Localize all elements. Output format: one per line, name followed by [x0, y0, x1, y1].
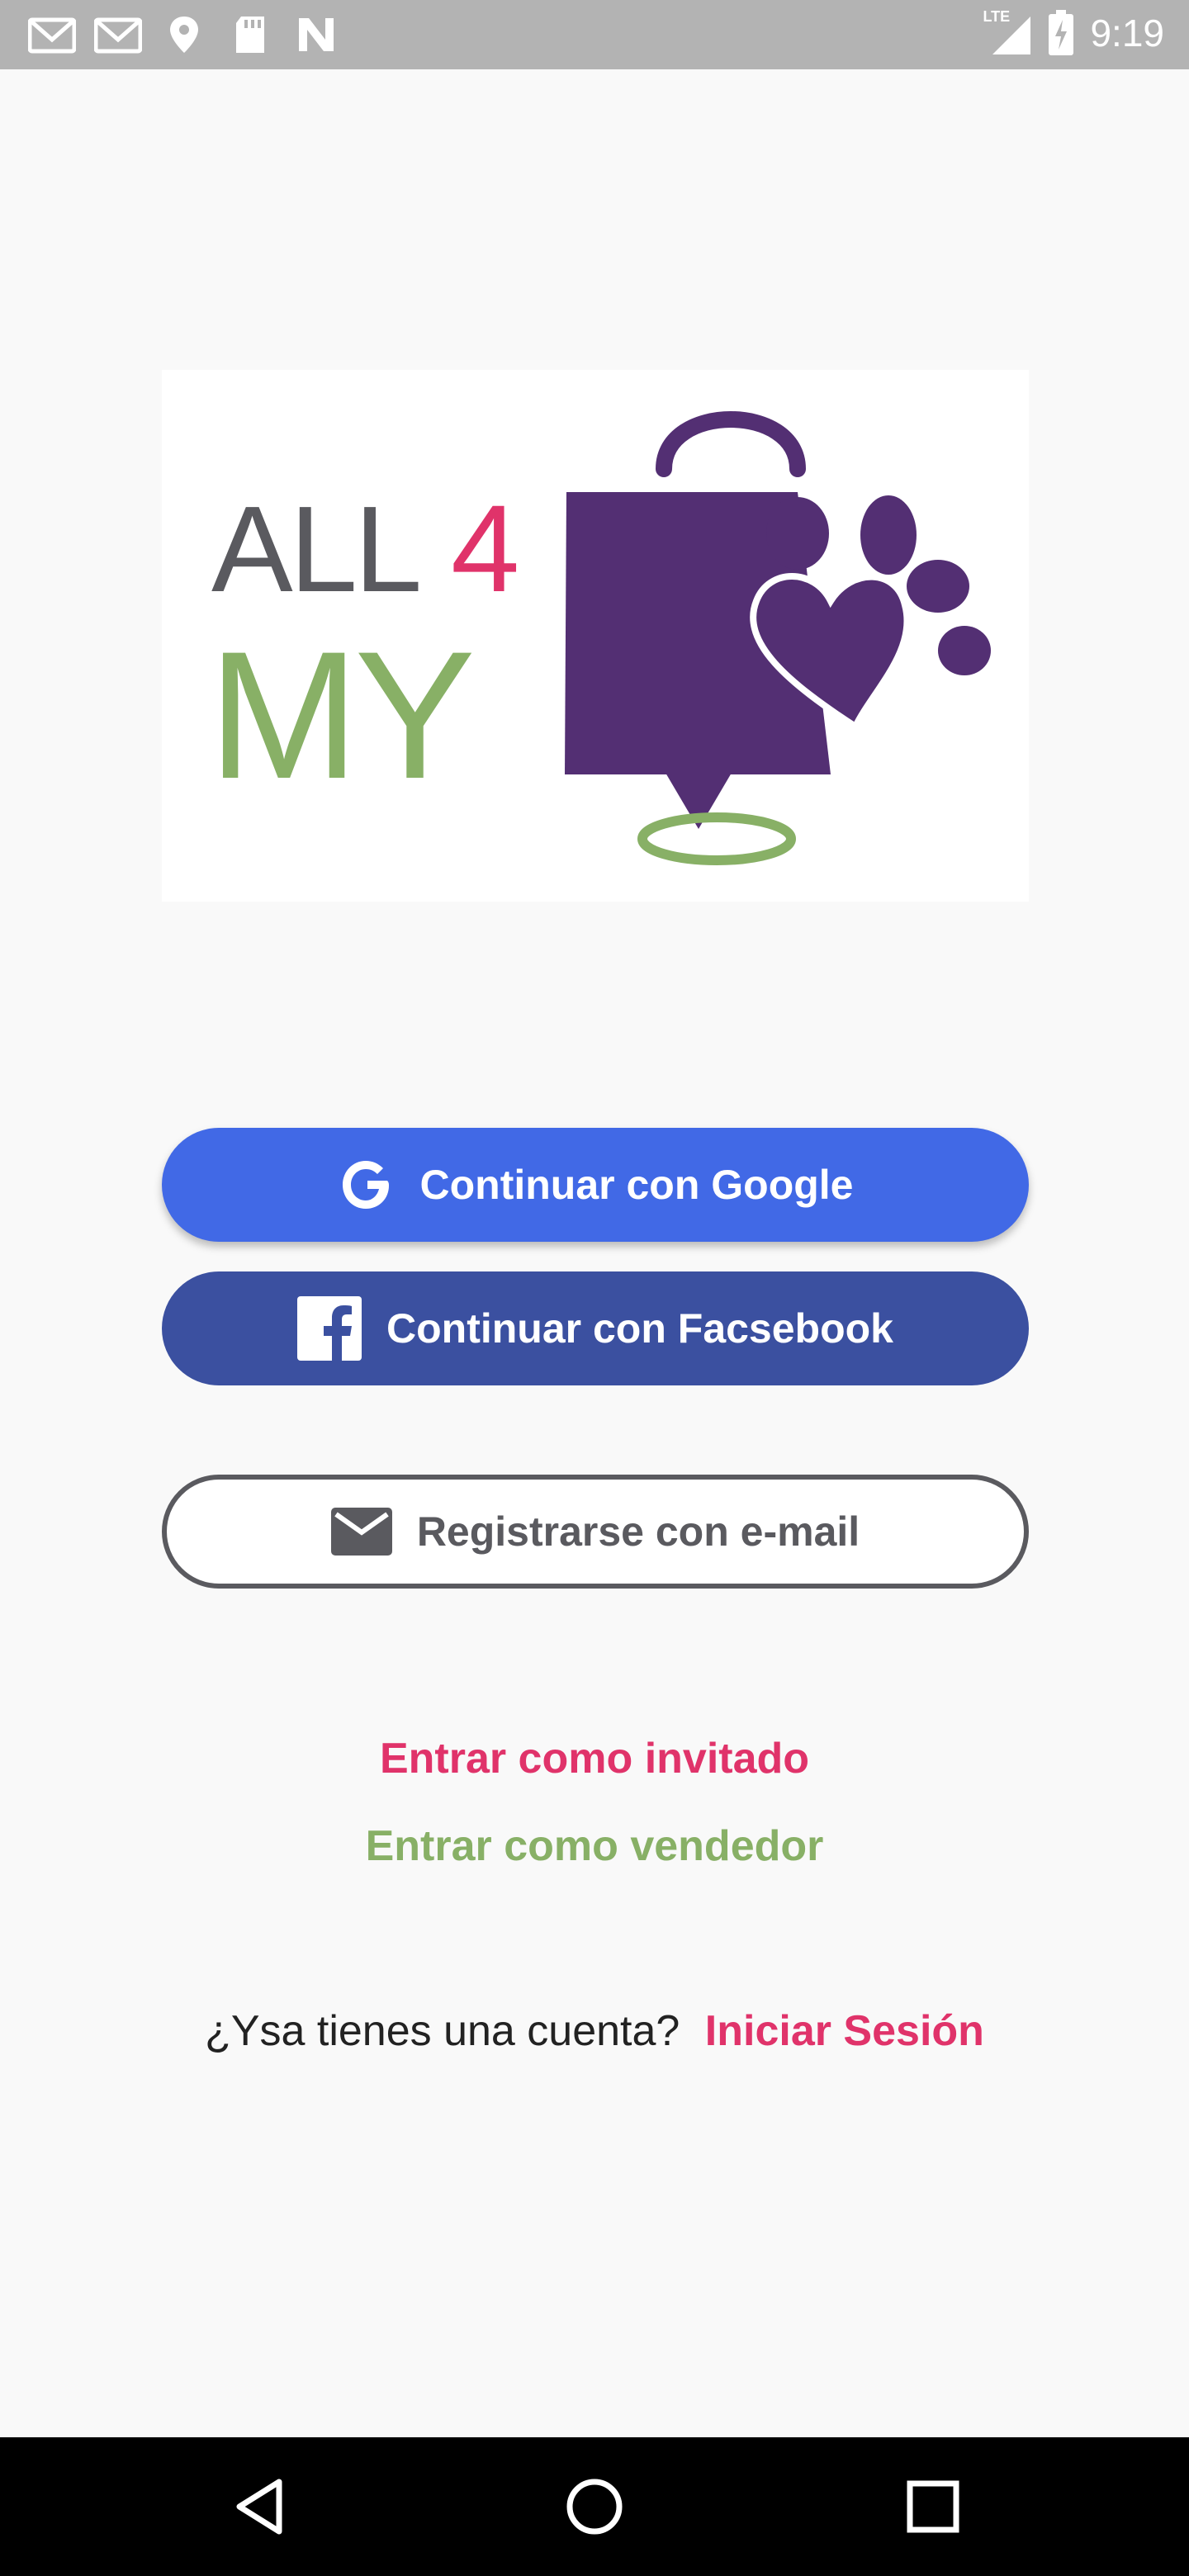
register-with-email-button[interactable]: Registrarse con e-mail: [162, 1475, 1029, 1589]
status-icons-right: LTE 9:19: [983, 8, 1164, 58]
signin-prompt: ¿Ysa tienes una cuenta?: [205, 2007, 680, 2055]
continue-with-facebook-button[interactable]: Continuar con Facsebook: [162, 1271, 1029, 1385]
home-icon[interactable]: [561, 2474, 628, 2540]
gmail-icon: [94, 17, 142, 54]
signal-icon: LTE: [983, 8, 1032, 58]
email-button-label: Registrarse con e-mail: [416, 1508, 860, 1555]
google-button-label: Continuar con Google: [419, 1162, 854, 1208]
svg-text:4: 4: [451, 479, 519, 618]
facebook-icon: [297, 1296, 362, 1361]
navigation-bar: [0, 2437, 1189, 2576]
back-icon[interactable]: [228, 2474, 294, 2540]
signin-row: ¿Ysa tienes una cuenta? Iniciar Sesión: [0, 2006, 1189, 2056]
clock: 9:19: [1090, 12, 1164, 54]
all4my-logo: ALL 4 MY: [208, 411, 991, 865]
facebook-button-label: Continuar con Facsebook: [386, 1305, 893, 1352]
svg-text:ALL: ALL: [211, 481, 419, 618]
google-icon: [338, 1156, 396, 1214]
enter-as-guest-link[interactable]: Entrar como invitado: [0, 1734, 1189, 1783]
n-icon: [299, 18, 334, 51]
mail-icon: [330, 1508, 392, 1556]
battery-icon: [1049, 10, 1074, 55]
status-icons-left: [28, 15, 340, 54]
svg-text:MY: MY: [208, 613, 471, 817]
location-icon: [170, 17, 198, 53]
status-bar: LTE 9:19: [0, 0, 1189, 69]
app-logo: ALL 4 MY: [162, 370, 1029, 902]
gmail-icon: [28, 17, 76, 54]
recents-icon[interactable]: [900, 2474, 966, 2540]
continue-with-google-button[interactable]: Continuar con Google: [162, 1128, 1029, 1242]
sd-card-icon: [236, 17, 264, 53]
enter-as-seller-link[interactable]: Entrar como vendedor: [0, 1821, 1189, 1871]
signin-link[interactable]: Iniciar Sesión: [705, 2007, 984, 2055]
